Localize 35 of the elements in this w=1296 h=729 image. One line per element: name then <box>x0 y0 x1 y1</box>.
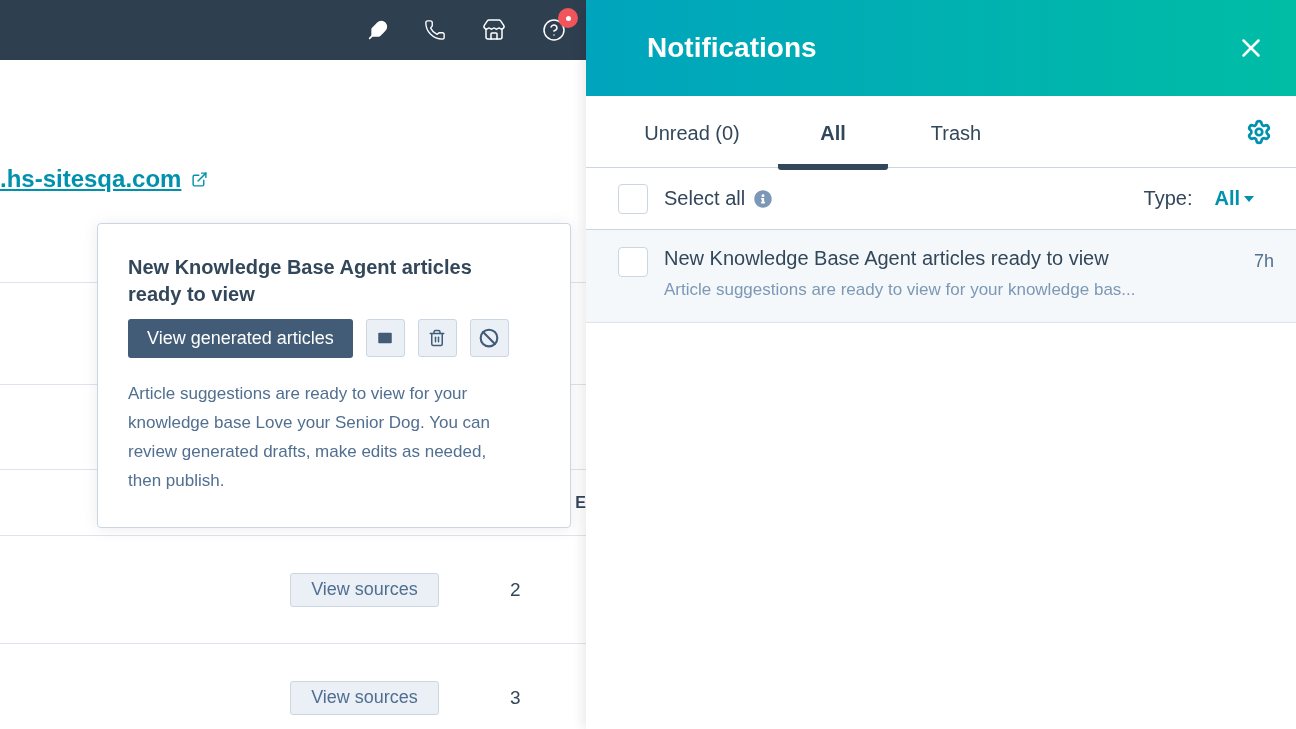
notification-preview: Article suggestions are ready to view for your knowledge bas... <box>664 280 1137 300</box>
block-button[interactable] <box>469 319 509 357</box>
help-icon[interactable] <box>542 18 566 42</box>
block-icon <box>479 328 500 348</box>
popover-body: Article suggestions are ready to view for your knowledge base Love your Senior Dog. You can review generated drafts, make edits as needed, then publish. <box>128 383 491 492</box>
settings-icon <box>1246 118 1272 145</box>
type-dropdown[interactable]: All <box>1214 187 1254 210</box>
type-label: Type: <box>1143 187 1193 210</box>
select-all-label: Select all <box>664 187 746 210</box>
source-count: 2 <box>510 578 522 601</box>
view-sources-button[interactable]: View sources <box>290 572 439 607</box>
popover-title: New Knowledge Base Agent articles ready to view <box>128 255 473 307</box>
select-all-checkbox[interactable] <box>618 183 648 214</box>
tab[interactable]: Unread (0) <box>606 96 778 170</box>
store-icon[interactable] <box>482 18 506 42</box>
tab[interactable]: Trash <box>888 96 1024 170</box>
external-link-icon[interactable] <box>191 170 209 188</box>
info-icon[interactable] <box>754 189 773 208</box>
view-articles-button[interactable]: View generated articles <box>128 319 353 358</box>
email-button[interactable] <box>365 319 405 357</box>
trash-icon <box>428 329 447 347</box>
source-count: 3 <box>510 686 522 709</box>
phone-icon[interactable] <box>424 19 446 41</box>
caret-icon <box>1244 195 1254 202</box>
notification-checkbox[interactable] <box>618 247 648 277</box>
tab[interactable]: All <box>778 96 888 170</box>
panel-title: Notifications <box>647 32 817 64</box>
feather-icon[interactable] <box>368 20 388 40</box>
column-header: E <box>575 493 586 512</box>
notification-item[interactable]: New Knowledge Base Agent articles ready to view Article suggestions are ready to view for your knowledge bas... 7h <box>586 230 1296 323</box>
notification-title: New Knowledge Base Agent articles ready to view <box>664 247 1110 270</box>
delete-button[interactable] <box>417 319 457 357</box>
view-sources-button[interactable]: View sources <box>290 680 439 715</box>
site-link[interactable]: .hs-sitesqa.com <box>0 165 182 193</box>
notification-time: 7h <box>1253 251 1274 272</box>
